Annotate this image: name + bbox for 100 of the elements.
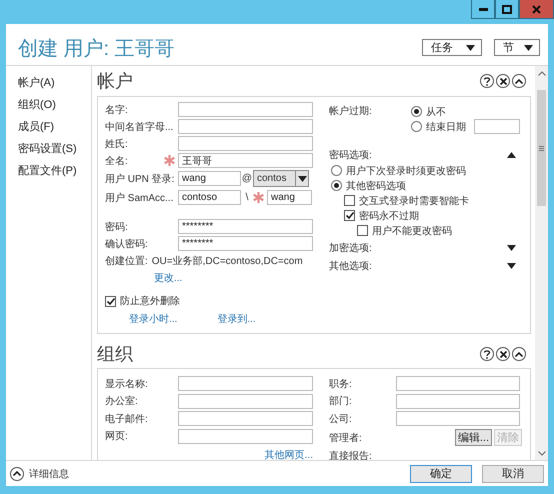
- backslash: \: [244, 192, 250, 203]
- input-field[interactable]: [178, 394, 313, 409]
- checkbox-label: 交互式登录时需要智能卡: [359, 194, 469, 208]
- scroll-down-icon[interactable]: [538, 451, 546, 456]
- collapse-icon[interactable]: [512, 347, 526, 361]
- radio-button[interactable]: [411, 121, 422, 132]
- field-label: 用户 UPN 登录:: [105, 172, 174, 186]
- checkbox-label: 防止意外删除: [120, 294, 180, 308]
- caret-icon[interactable]: [298, 176, 306, 182]
- radio-label: 用户下次登录时须更改密码: [346, 164, 466, 178]
- minimize-button[interactable]: [471, 0, 495, 19]
- input-field[interactable]: contoso: [178, 190, 241, 205]
- section-label: 其他选项:: [329, 260, 372, 272]
- sidebar-item[interactable]: 成员(F): [6, 116, 91, 138]
- sidebar-item[interactable]: 密码设置(S): [6, 138, 91, 160]
- field-label: 姓氏:: [105, 138, 128, 150]
- grip-icon: [539, 146, 544, 150]
- field-label: 中间名首字母...: [105, 120, 174, 134]
- minimize-icon: [478, 8, 488, 10]
- sidebar-item[interactable]: 帐户(A): [6, 72, 91, 94]
- more-web-pages-link[interactable]: 其他网页...: [264, 448, 313, 460]
- field-label: 显示名称:: [105, 378, 148, 391]
- radio-button[interactable]: [331, 180, 342, 191]
- field-label: 密码:: [105, 220, 128, 234]
- input-field[interactable]: wang: [178, 171, 241, 186]
- domain-dropdown[interactable]: contos: [253, 170, 309, 187]
- input-field[interactable]: [178, 102, 313, 117]
- input-field[interactable]: [178, 376, 313, 392]
- maximize-button[interactable]: [495, 0, 519, 19]
- input-field[interactable]: [396, 411, 520, 426]
- expand-up-icon[interactable]: [10, 466, 24, 480]
- input-field[interactable]: [396, 376, 520, 392]
- location-value: OU=业务部,DC=contoso,DC=com: [152, 254, 303, 268]
- checkbox[interactable]: [344, 210, 355, 221]
- manager-button[interactable]: 编辑...: [454, 429, 492, 446]
- input-field[interactable]: [178, 428, 313, 444]
- asterisk-icon: [164, 155, 175, 166]
- dialog-button[interactable]: 取消: [482, 464, 544, 482]
- input-field[interactable]: 王哥哥: [178, 153, 313, 168]
- scroll-up-icon[interactable]: [538, 71, 546, 76]
- checkbox-label: 用户不能更改密码: [372, 224, 452, 238]
- checkbox-label: 密码永不过期: [359, 210, 419, 222]
- close-icon[interactable]: [496, 74, 510, 88]
- change-link[interactable]: 更改...: [154, 270, 182, 284]
- input-field[interactable]: [178, 136, 313, 151]
- link[interactable]: 登录到...: [217, 312, 256, 326]
- radio-label: 从不: [426, 106, 446, 118]
- menu-dropdown[interactable]: 任务: [422, 39, 482, 56]
- details-toggle[interactable]: 详细信息: [29, 466, 69, 480]
- radio-button[interactable]: [331, 165, 342, 176]
- checkbox[interactable]: [344, 195, 355, 206]
- close-icon: [532, 4, 541, 14]
- checkbox[interactable]: [105, 296, 116, 306]
- field-label: 部门:: [329, 394, 353, 408]
- radio-label: 其他密码选项: [346, 180, 406, 192]
- asterisk-icon: [253, 192, 264, 203]
- help-icon[interactable]: [480, 347, 494, 361]
- at-sign: @: [241, 173, 253, 184]
- sidebar-item[interactable]: 配置文件(P): [6, 160, 91, 182]
- down-triangle-icon[interactable]: [507, 244, 516, 250]
- field-label: 全名:: [105, 154, 128, 168]
- down-triangle-icon[interactable]: [507, 262, 516, 268]
- location-label: 创建位置:: [105, 254, 149, 268]
- close-button[interactable]: [519, 0, 554, 19]
- input-field[interactable]: [178, 411, 313, 426]
- input-field[interactable]: wang: [267, 190, 312, 205]
- input-field[interactable]: [178, 119, 313, 134]
- menu-dropdown[interactable]: 节: [494, 39, 540, 56]
- input-field[interactable]: [396, 394, 520, 409]
- dialog-button[interactable]: 确定: [410, 464, 472, 482]
- section-title: 帐户: [97, 70, 133, 93]
- caret-icon[interactable]: [466, 44, 475, 50]
- section-title: 组织: [97, 343, 133, 366]
- window-title: 创建 用户: 王哥哥: [18, 37, 176, 62]
- checkbox[interactable]: [357, 225, 368, 236]
- field-label: 用户 SamAcc...: [105, 192, 174, 204]
- field-label: 公司:: [329, 412, 353, 426]
- section-label: 加密选项:: [329, 242, 372, 254]
- close-icon[interactable]: [496, 347, 510, 361]
- field-label: 电子邮件:: [105, 412, 148, 426]
- field-label: 确认密码:: [105, 238, 148, 250]
- collapse-icon[interactable]: [512, 74, 526, 88]
- field-label: 帐户过期:: [329, 104, 373, 119]
- field-label: 职务:: [329, 378, 353, 391]
- field-label: 名字:: [105, 104, 128, 116]
- help-icon[interactable]: [480, 74, 494, 88]
- date-field[interactable]: [474, 119, 520, 134]
- radio-label: 结束日期: [426, 120, 466, 134]
- scrollbar[interactable]: [535, 66, 548, 460]
- link[interactable]: 登录小时...: [129, 312, 178, 326]
- up-triangle-icon[interactable]: [507, 152, 516, 158]
- sidebar-item[interactable]: 组织(O): [6, 94, 91, 116]
- input-field[interactable]: ********: [178, 236, 313, 251]
- maximize-icon: [502, 4, 512, 14]
- section-label: 密码选项:: [329, 148, 372, 162]
- field-label: 管理者:: [329, 432, 362, 444]
- radio-button[interactable]: [411, 106, 422, 117]
- input-field[interactable]: ********: [178, 219, 313, 234]
- field-label: 办公室:: [105, 394, 138, 408]
- caret-icon[interactable]: [524, 44, 533, 50]
